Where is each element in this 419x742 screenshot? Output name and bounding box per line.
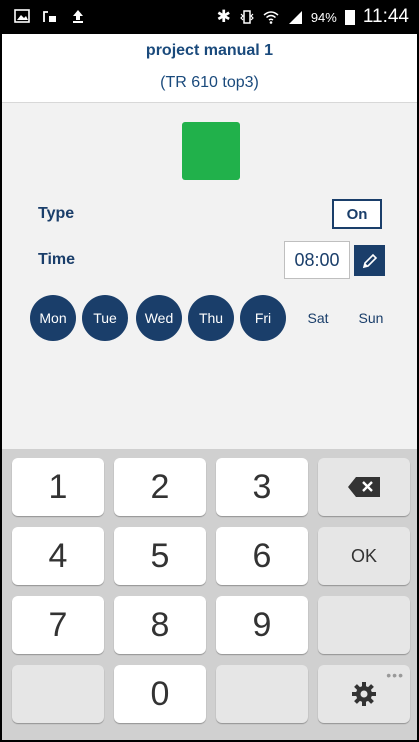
screenshot-icon: [43, 11, 56, 22]
weekday-selector: Mon Tue Wed Thu Fri Sat Sun: [30, 295, 390, 341]
app-window: ✱ 94% 11:44 project manual 1 (TR 610 top…: [2, 2, 417, 740]
key-8[interactable]: 8: [114, 596, 206, 654]
page-title: project manual 1: [145, 42, 274, 59]
type-toggle-button[interactable]: On: [332, 199, 382, 229]
backspace-icon: [348, 477, 380, 497]
status-bar: ✱ 94% 11:44: [2, 2, 417, 34]
more-dots: •••: [386, 667, 404, 683]
key-3[interactable]: 3: [216, 458, 308, 516]
key-2[interactable]: 2: [114, 458, 206, 516]
bluetooth-icon: ✱: [216, 7, 231, 26]
time-input[interactable]: 08:00: [284, 241, 350, 279]
numeric-keypad: 1 2 3 4 5 6 OK 7 8 9 0 •••: [2, 449, 417, 740]
blank-key-middle: [216, 665, 308, 723]
edit-time-button[interactable]: [354, 245, 385, 276]
day-thu[interactable]: Thu: [188, 295, 234, 341]
day-tue[interactable]: Tue: [82, 295, 128, 341]
type-label: Type: [38, 205, 75, 222]
key-7[interactable]: 7: [12, 596, 104, 654]
pencil-icon: [362, 253, 377, 268]
day-wed[interactable]: Wed: [136, 295, 182, 341]
time-label: Time: [38, 251, 76, 268]
key-5[interactable]: 5: [114, 527, 206, 585]
key-0[interactable]: 0: [114, 665, 206, 723]
key-1[interactable]: 1: [12, 458, 104, 516]
day-mon[interactable]: Mon: [30, 295, 76, 341]
key-9[interactable]: 9: [216, 596, 308, 654]
page-header: project manual 1 (TR 610 top3): [2, 34, 417, 103]
wifi-icon: [263, 11, 279, 24]
signal-icon: [288, 11, 302, 24]
day-fri[interactable]: Fri: [240, 295, 286, 341]
clock: 11:44: [362, 6, 409, 27]
battery-icon: [344, 10, 355, 25]
blank-key-right: [318, 596, 410, 654]
status-right-icons: ✱ 94% 11:44: [217, 6, 409, 28]
page-subtitle: (TR 610 top3): [160, 74, 259, 91]
ok-key[interactable]: OK: [318, 527, 410, 585]
color-swatch[interactable]: [182, 122, 240, 180]
image-icon: [14, 9, 30, 23]
status-left-icons: [14, 8, 86, 24]
key-4[interactable]: 4: [12, 527, 104, 585]
day-sat[interactable]: Sat: [295, 295, 341, 341]
backspace-key[interactable]: [318, 458, 410, 516]
battery-percent: 94%: [310, 9, 337, 25]
key-6[interactable]: 6: [216, 527, 308, 585]
settings-key[interactable]: •••: [318, 665, 410, 723]
day-sun[interactable]: Sun: [348, 295, 394, 341]
gear-icon: [352, 682, 376, 706]
upload-icon: [73, 10, 83, 23]
vibrate-icon: [239, 10, 254, 24]
blank-key-left: [12, 665, 104, 723]
